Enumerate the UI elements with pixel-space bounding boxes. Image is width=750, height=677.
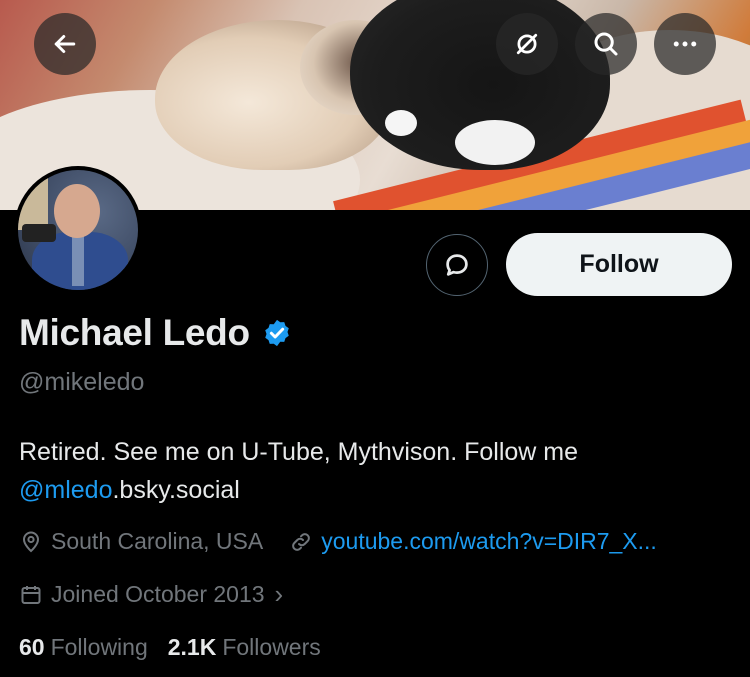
joined-date: Joined October 2013 [51,581,265,607]
following-label: Following [50,634,148,660]
link-icon [292,532,311,551]
calendar-icon [21,585,41,604]
avatar[interactable] [14,166,142,294]
location-text: South Carolina, USA [51,528,264,554]
bio-domain-text: .bsky.social [112,476,240,504]
arrow-left-icon [54,35,76,53]
profile-name-row: Michael Ledo [19,312,292,354]
follow-counts: 60 Following 2.1K Followers [19,634,321,661]
location-pin-icon [22,531,40,552]
message-bubble-icon [446,254,468,276]
website-link[interactable]: youtube.com/watch?v=DIR7_X... [321,528,657,555]
followers-count-link[interactable]: 2.1K Followers [168,634,321,661]
following-count-link[interactable]: 60 Following [19,634,148,661]
bio-mention-link[interactable]: @mledo [19,476,112,504]
no-signal-icon [516,33,538,55]
more-dots-icon [673,41,697,47]
verified-badge-icon[interactable] [262,318,292,348]
search-icon [594,32,618,56]
followers-count: 2.1K [167,634,217,660]
display-name: Michael Ledo [19,312,250,353]
following-count: 60 [19,634,45,660]
follow-button[interactable]: Follow [506,233,732,296]
profile-bio: Retired. See me on U-Tube, Mythvison. Fo… [19,433,719,509]
back-button[interactable] [34,13,96,75]
profile-handle: @mikeledo [19,368,145,396]
more-button[interactable] [654,13,716,75]
avatar-photo [18,170,138,290]
followers-label: Followers [222,634,321,660]
chevron-right-icon: › [274,579,284,609]
location-item: South Carolina, USA [19,528,263,555]
message-button[interactable] [426,234,488,296]
website-item[interactable]: youtube.com/watch?v=DIR7_X... [289,528,657,555]
no-signal-button[interactable] [496,13,558,75]
profile-meta-row-2[interactable]: Joined October 2013 › [19,579,283,610]
profile-meta-row-1: South Carolina, USA youtube.com/watch?v=… [19,528,657,555]
search-button[interactable] [575,13,637,75]
bio-text: Retired. See me on U-Tube, Mythvison. Fo… [19,438,579,466]
